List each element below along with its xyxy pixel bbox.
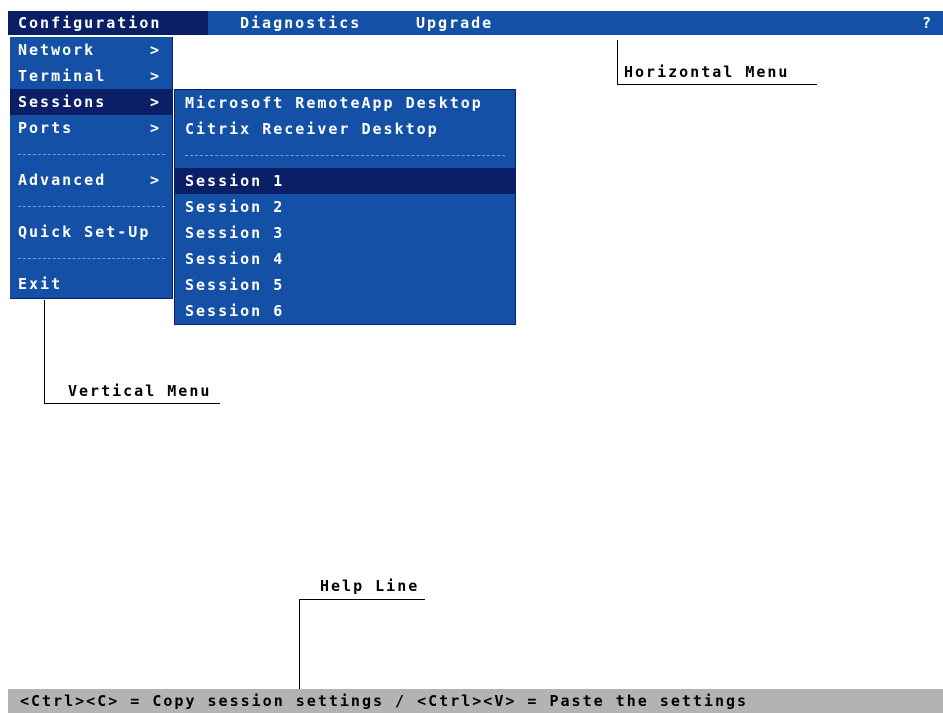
submenu-item-citrix[interactable]: Citrix Receiver Desktop — [175, 116, 515, 142]
vmenu-item-label: Network — [18, 41, 96, 59]
horizontal-menu-bar: Configuration Diagnostics Upgrade ? — [8, 11, 943, 35]
menu-separator — [18, 206, 165, 207]
menu-separator — [18, 154, 165, 155]
chevron-right-icon: > — [149, 67, 161, 85]
callout-line — [44, 403, 220, 404]
vmenu-item-quick-setup[interactable]: Quick Set-Up — [10, 219, 173, 245]
vmenu-item-label: Ports — [18, 119, 74, 137]
menu-separator — [18, 258, 165, 259]
vmenu-item-network[interactable]: Network > — [10, 37, 173, 63]
vmenu-item-terminal[interactable]: Terminal > — [10, 63, 173, 89]
submenu-item-remoteapp[interactable]: Microsoft RemoteApp Desktop — [175, 90, 515, 116]
menu-upgrade[interactable]: Upgrade — [406, 11, 503, 35]
vmenu-item-label: Sessions — [18, 93, 107, 111]
help-line-text: <Ctrl><C> = Copy session settings / <Ctr… — [20, 692, 749, 710]
submenu-item-session-6[interactable]: Session 6 — [175, 298, 515, 324]
submenu-item-session-5[interactable]: Session 5 — [175, 272, 515, 298]
vmenu-item-label: Exit — [18, 275, 63, 293]
submenu-item-session-2[interactable]: Session 2 — [175, 194, 515, 220]
vertical-menu: Network > Terminal > Sessions > Ports > … — [10, 37, 173, 299]
vmenu-item-advanced[interactable]: Advanced > — [10, 167, 173, 193]
menu-diagnostics[interactable]: Diagnostics — [230, 11, 371, 35]
help-line: <Ctrl><C> = Copy session settings / <Ctr… — [8, 689, 943, 713]
sessions-submenu: Microsoft RemoteApp Desktop Citrix Recei… — [174, 89, 516, 325]
vertical-menu-callout: Vertical Menu — [68, 382, 212, 400]
callout-line — [299, 599, 425, 600]
vmenu-item-label: Terminal — [18, 67, 107, 85]
callout-line — [299, 599, 300, 689]
chevron-right-icon: > — [149, 41, 161, 59]
vmenu-item-ports[interactable]: Ports > — [10, 115, 173, 141]
help-line-callout: Help Line — [320, 577, 420, 595]
help-button[interactable]: ? — [916, 11, 939, 35]
vmenu-item-exit[interactable]: Exit — [10, 271, 173, 297]
menu-separator — [185, 155, 505, 156]
menu-configuration[interactable]: Configuration — [8, 11, 208, 35]
chevron-right-icon: > — [149, 171, 161, 189]
vmenu-item-sessions[interactable]: Sessions > — [10, 89, 173, 115]
chevron-right-icon: > — [149, 119, 161, 137]
submenu-item-session-4[interactable]: Session 4 — [175, 246, 515, 272]
callout-line — [44, 300, 45, 404]
chevron-right-icon: > — [149, 93, 161, 111]
callout-line — [617, 84, 817, 85]
vmenu-item-label: Advanced — [18, 171, 107, 189]
submenu-item-session-3[interactable]: Session 3 — [175, 220, 515, 246]
callout-line — [617, 40, 618, 85]
submenu-item-session-1[interactable]: Session 1 — [175, 168, 515, 194]
horizontal-menu-callout: Horizontal Menu — [624, 63, 790, 81]
vmenu-item-label: Quick Set-Up — [18, 223, 151, 241]
